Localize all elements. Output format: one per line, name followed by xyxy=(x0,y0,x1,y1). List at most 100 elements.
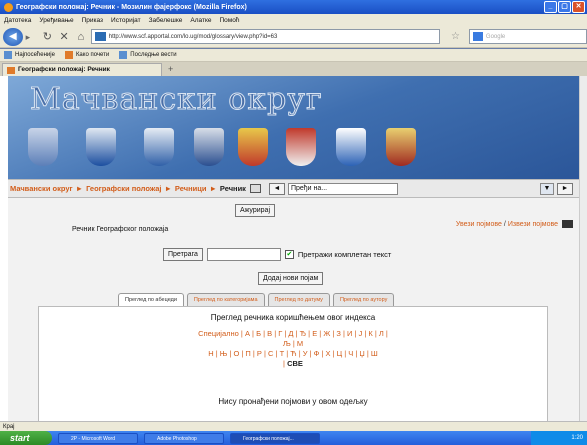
system-tray: 1:20 xyxy=(531,431,587,445)
activity-jump: ◄ Пређи на... xyxy=(268,182,398,195)
tab-browse-category[interactable]: Преглед по категоријама xyxy=(186,293,265,306)
window-title: Географски положај: Речник - Мозилин фај… xyxy=(16,3,247,11)
browser-tab[interactable]: Географски положај: Речник xyxy=(2,63,162,76)
close-button[interactable]: ✕ xyxy=(572,1,585,13)
url-text: http://www.scf.apportal.com/lo.ug/mod/gl… xyxy=(108,33,278,40)
status-bar: Крај xyxy=(0,421,587,431)
menu-bar: Датотека Уређивање Приказ Историјат Забе… xyxy=(0,14,587,26)
jump-to-select[interactable]: Пређи на... xyxy=(287,182,398,195)
task-word[interactable]: 2P - Microsoft Word xyxy=(58,432,138,444)
tab-browse-date[interactable]: Преглед по датуму xyxy=(267,293,330,306)
window-title-bar: Географски положај: Речник - Мозилин фај… xyxy=(0,0,587,14)
home-icon[interactable]: ⌂ xyxy=(74,30,88,44)
new-tab-button[interactable]: + xyxy=(168,64,173,74)
folder-icon xyxy=(4,51,12,59)
glossary-icon xyxy=(249,184,261,193)
forward-button[interactable]: ▸ xyxy=(26,30,38,44)
breadcrumb: Мачвански округ ► Географски положај ► Р… xyxy=(8,179,579,198)
update-button[interactable]: Ажурирај xyxy=(235,204,275,217)
google-icon xyxy=(472,32,483,41)
bookmark-latest-news[interactable]: Последње вести xyxy=(119,51,177,59)
fulltext-label: Претражи комплетан текст xyxy=(297,250,392,259)
firefox-icon xyxy=(4,2,13,12)
start-button[interactable]: start xyxy=(0,431,52,445)
maximize-button[interactable]: ▢ xyxy=(558,1,571,13)
printer-icon[interactable] xyxy=(562,220,573,228)
letter-all[interactable]: СВЕ xyxy=(287,359,303,368)
link-separator: / xyxy=(503,220,506,228)
next-activity-button[interactable]: ► xyxy=(557,183,573,195)
crest-5 xyxy=(238,128,268,166)
bookmark-star-icon[interactable]: ☆ xyxy=(451,31,460,42)
search-button[interactable]: Претрага xyxy=(163,248,203,261)
bookmark-most-visited[interactable]: Најпосећеније xyxy=(4,51,55,59)
breadcrumb-current: Речник xyxy=(219,184,246,193)
glossary-description: Речник Географског положаја xyxy=(72,226,169,233)
crest-8 xyxy=(386,128,416,166)
clock: 1:20 xyxy=(571,435,583,441)
stop-icon[interactable]: ✕ xyxy=(57,30,71,44)
tab-bar: Географски положај: Речник + xyxy=(0,62,587,76)
crest-1 xyxy=(28,128,58,166)
browse-tabs: Преглед по абецеди Преглед по категорија… xyxy=(118,293,395,306)
menu-tools[interactable]: Алатке xyxy=(190,17,211,24)
status-text: Крај xyxy=(3,424,15,430)
import-export-links: Увези појмове / Извези појмове xyxy=(456,220,573,228)
menu-file[interactable]: Датотека xyxy=(4,17,31,24)
address-bar[interactable]: http://www.scf.apportal.com/lo.ug/mod/gl… xyxy=(90,29,440,44)
breadcrumb-separator-icon: ► xyxy=(164,184,172,193)
browse-panel: Преглед речника коришћењем овог индекса … xyxy=(38,306,548,421)
banner-title: Мачвански округ xyxy=(30,82,323,118)
vertical-scrollbar[interactable] xyxy=(579,76,587,421)
bookmark-getting-started[interactable]: Како почети xyxy=(64,51,109,59)
navigation-toolbar: ◀ ▸ ↻ ✕ ⌂ http://www.scf.apportal.com/lo… xyxy=(0,26,587,48)
letter-index-row-3: | СВЕ xyxy=(194,359,392,369)
breadcrumb-home[interactable]: Мачвански округ xyxy=(10,184,73,193)
taskbar: start 2P - Microsoft Word Adobe Photosho… xyxy=(0,431,587,445)
moodle-page: Мачвански округ Мачвански округ ► Геогра… xyxy=(8,76,579,421)
minimize-button[interactable]: _ xyxy=(544,1,557,13)
prev-activity-button[interactable]: ◄ xyxy=(268,182,285,195)
page-viewport: Мачвански округ Мачвански округ ► Геогра… xyxy=(0,76,587,421)
breadcrumb-glossaries[interactable]: Речници xyxy=(175,184,207,193)
add-entry-button[interactable]: Додај нови појам xyxy=(258,272,324,285)
breadcrumb-separator-icon: ► xyxy=(75,184,84,193)
menu-view[interactable]: Приказ xyxy=(82,17,103,24)
page-icon xyxy=(64,51,73,59)
search-input[interactable] xyxy=(206,248,281,261)
menu-history[interactable]: Историјат xyxy=(111,17,141,24)
export-entries-link[interactable]: Извези појмове xyxy=(508,221,558,228)
letter-index-row-1[interactable]: Специјално | А | Б | В | Г | Д | Ђ | Е |… xyxy=(194,329,392,349)
search-placeholder: Google xyxy=(485,33,506,40)
reload-icon[interactable]: ↻ xyxy=(40,30,54,44)
letter-index: Специјално | А | Б | В | Г | Д | Ђ | Е |… xyxy=(39,329,547,369)
bookmarks-toolbar: Најпосећеније Како почети Последње вести xyxy=(0,49,587,62)
task-firefox[interactable]: Географски положај... xyxy=(230,432,320,444)
jump-dropdown-button[interactable]: ▼ xyxy=(540,183,554,195)
search-box[interactable]: Google xyxy=(468,29,587,44)
panel-title: Преглед речника коришћењем овог индекса xyxy=(210,313,376,322)
letter-index-row-2[interactable]: Н | Њ | О | П | Р | С | Т | Ћ | У | Ф | … xyxy=(194,349,392,359)
menu-help[interactable]: Помоћ xyxy=(219,17,239,24)
tab-browse-alphabet[interactable]: Преглед по абецеди xyxy=(118,293,184,306)
menu-edit[interactable]: Уређивање xyxy=(39,17,73,24)
crest-2 xyxy=(86,128,116,166)
crest-3 xyxy=(144,128,174,166)
window-controls: _ ▢ ✕ xyxy=(544,1,585,13)
back-button[interactable]: ◀ xyxy=(3,27,23,46)
task-photoshop[interactable]: Adobe Photoshop xyxy=(144,432,224,444)
fulltext-checkbox[interactable]: ✔ xyxy=(284,250,294,259)
no-entries-message: Нису пронађени појмови у овом одељку xyxy=(218,397,368,406)
import-entries-link[interactable]: Увези појмове xyxy=(456,221,502,228)
site-banner: Мачвански округ xyxy=(8,76,579,179)
breadcrumb-course[interactable]: Географски положај xyxy=(86,184,161,193)
crest-6 xyxy=(286,128,316,166)
search-row: Претрага ✔ Претражи комплетан текст xyxy=(163,248,391,261)
crest-7 xyxy=(336,128,366,166)
tab-favicon xyxy=(7,66,15,74)
menu-bookmarks[interactable]: Забелешке xyxy=(149,17,183,24)
crest-4 xyxy=(194,128,224,166)
site-icon xyxy=(94,32,106,41)
activity-jump-controls: ▼ ► xyxy=(540,183,573,195)
tab-browse-author[interactable]: Преглед по аутору xyxy=(332,293,395,306)
